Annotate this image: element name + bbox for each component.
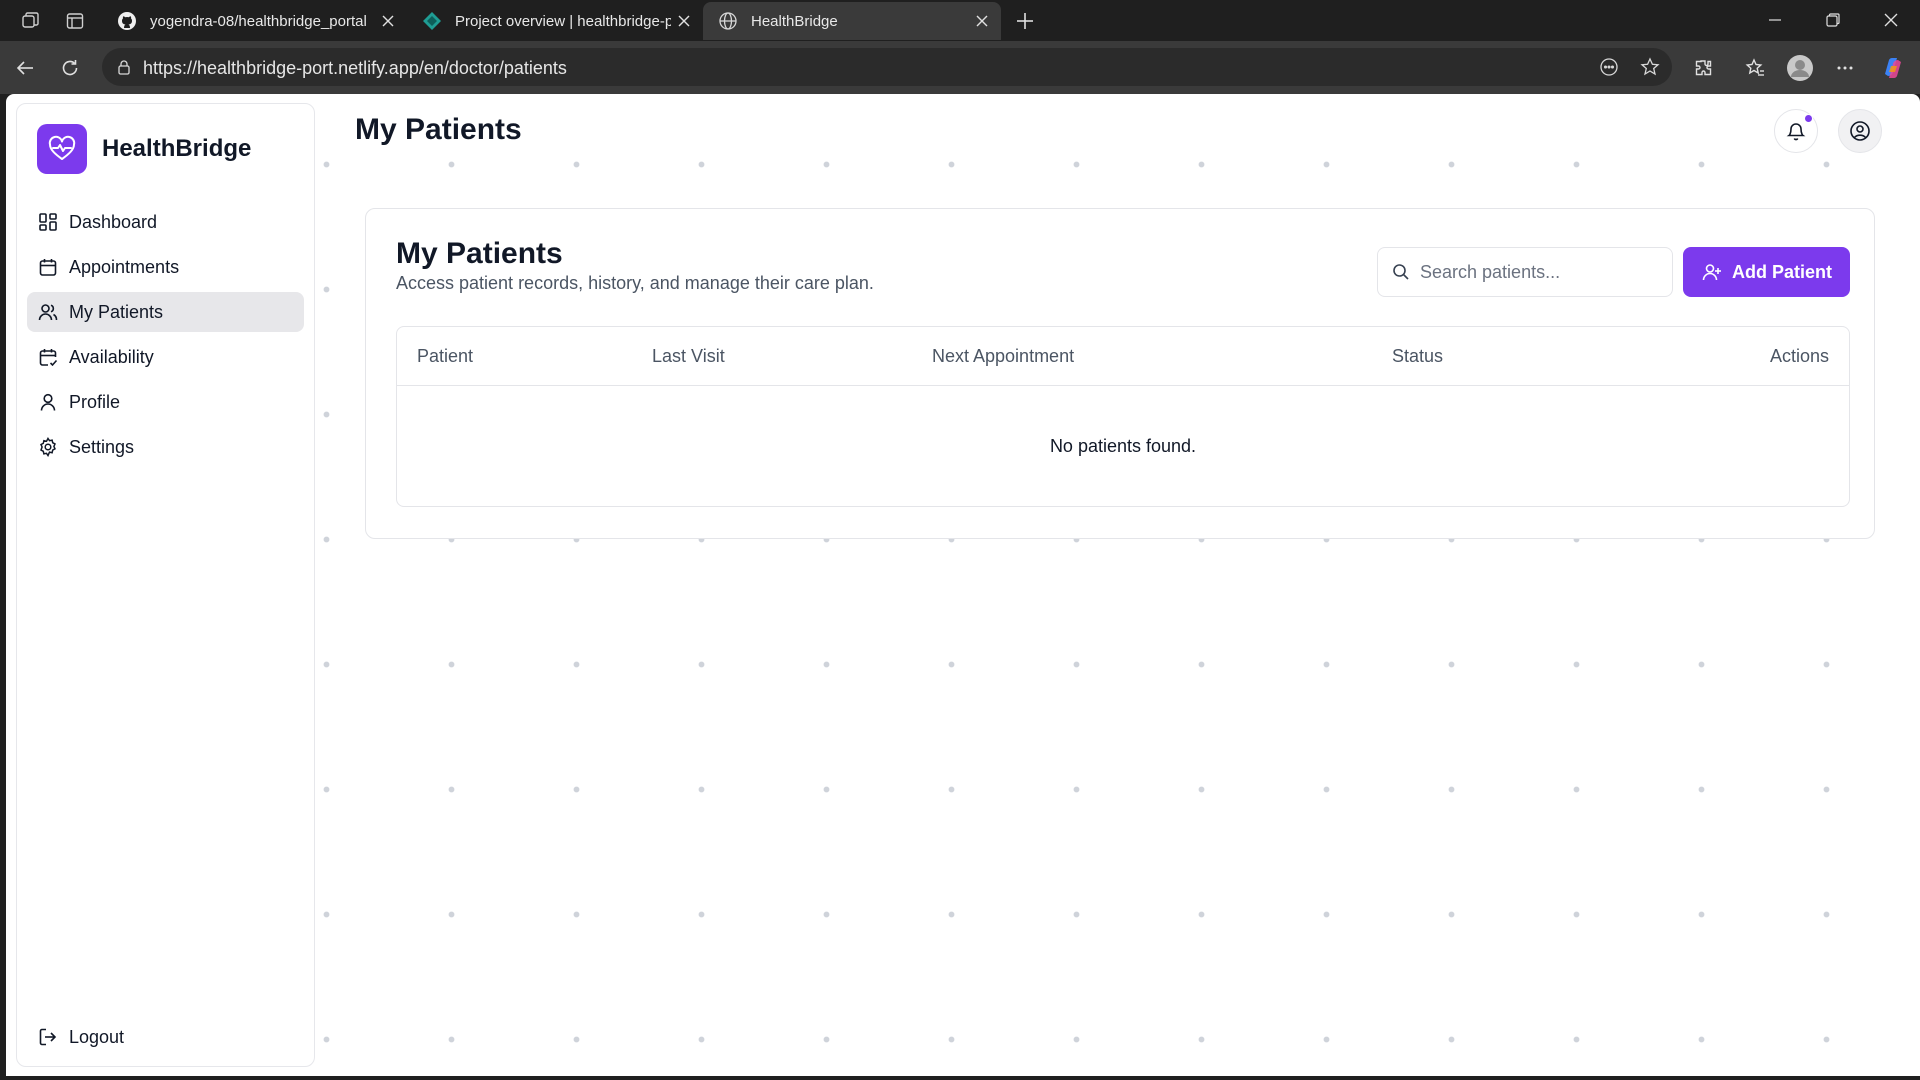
table-header: Patient Last Visit Next Appointment Stat… bbox=[397, 327, 1849, 386]
sidebar-item-my-patients[interactable]: My Patients bbox=[27, 292, 304, 332]
column-header-last-visit: Last Visit bbox=[652, 346, 725, 366]
add-patient-button[interactable]: Add Patient bbox=[1683, 247, 1850, 297]
add-patient-label: Add Patient bbox=[1731, 261, 1832, 282]
tab-netlify[interactable]: Project overview | healthbridge-port bbox=[407, 2, 703, 40]
page-title: My Patients bbox=[355, 113, 522, 147]
sidebar-item-label: My Patients bbox=[69, 301, 164, 322]
minimize-icon[interactable] bbox=[1746, 0, 1804, 40]
calendar-icon bbox=[37, 256, 59, 278]
logout-icon bbox=[37, 1026, 59, 1048]
reload-icon[interactable] bbox=[55, 53, 85, 83]
netlify-icon bbox=[421, 10, 443, 32]
tab-title: HealthBridge bbox=[751, 12, 838, 30]
logout-label: Logout bbox=[69, 1026, 125, 1047]
column-header-patient: Patient bbox=[417, 346, 474, 366]
close-window-icon[interactable] bbox=[1862, 0, 1920, 40]
patients-table: Patient Last Visit Next Appointment Stat… bbox=[396, 326, 1850, 507]
new-tab-icon[interactable] bbox=[1010, 6, 1040, 36]
restore-icon[interactable] bbox=[1804, 0, 1862, 40]
favorite-star-icon[interactable] bbox=[1638, 55, 1662, 79]
search-input[interactable] bbox=[1420, 261, 1660, 283]
sidebar-item-settings[interactable]: Settings bbox=[27, 427, 304, 467]
heart-pulse-logo-icon bbox=[37, 124, 87, 174]
column-header-next-appointment: Next Appointment bbox=[932, 346, 1075, 366]
extensions-icon[interactable] bbox=[1688, 53, 1718, 83]
brand-name: HealthBridge bbox=[102, 135, 252, 162]
page-viewport: HealthBridge Dashboard Appointments My P… bbox=[6, 94, 1920, 1076]
users-icon bbox=[37, 301, 59, 323]
profile-avatar-icon[interactable] bbox=[1785, 53, 1815, 83]
search-icon bbox=[1390, 261, 1412, 283]
sidebar-item-label: Availability bbox=[69, 346, 154, 367]
tab-github[interactable]: yogendra-08/healthbridge_portal bbox=[102, 2, 407, 40]
browser-toolbar: https://healthbridge-port.netlify.app/en… bbox=[0, 41, 1920, 94]
site-info-icon[interactable] bbox=[112, 55, 136, 79]
sidebar-item-label: Profile bbox=[69, 391, 121, 412]
sidebar-item-label: Settings bbox=[69, 436, 135, 457]
notification-badge bbox=[1804, 114, 1813, 123]
column-header-actions: Actions bbox=[1769, 346, 1829, 366]
calendar-check-icon bbox=[37, 346, 59, 368]
sidebar-item-dashboard[interactable]: Dashboard bbox=[27, 202, 304, 242]
column-header-status: Status bbox=[1392, 346, 1444, 366]
sidebar-item-appointments[interactable]: Appointments bbox=[27, 247, 304, 287]
close-tab-icon[interactable] bbox=[671, 8, 697, 34]
url-text[interactable]: https://healthbridge-port.netlify.app/en… bbox=[143, 58, 567, 79]
account-button[interactable] bbox=[1838, 109, 1882, 153]
user-plus-icon bbox=[1701, 261, 1723, 283]
bell-icon bbox=[1786, 121, 1806, 141]
globe-icon bbox=[717, 10, 739, 32]
workspaces-icon[interactable] bbox=[17, 8, 43, 34]
close-tab-icon[interactable] bbox=[375, 8, 401, 34]
empty-state-message: No patients found. bbox=[1049, 435, 1197, 456]
more-menu-icon[interactable] bbox=[1830, 53, 1860, 83]
search-box bbox=[1377, 247, 1673, 297]
brand[interactable]: HealthBridge bbox=[37, 124, 251, 174]
gear-icon bbox=[37, 436, 59, 458]
sidebar: HealthBridge Dashboard Appointments My P… bbox=[16, 103, 315, 1067]
sidebar-item-availability[interactable]: Availability bbox=[27, 337, 304, 377]
reader-mode-icon[interactable] bbox=[1597, 55, 1621, 79]
patients-card: My Patients Access patient records, hist… bbox=[365, 208, 1875, 539]
card-subtitle: Access patient records, history, and man… bbox=[396, 273, 874, 293]
tab-healthbridge[interactable]: HealthBridge bbox=[703, 2, 1001, 40]
card-title: My Patients bbox=[396, 237, 563, 270]
favorites-icon[interactable] bbox=[1740, 53, 1770, 83]
sidebar-item-profile[interactable]: Profile bbox=[27, 382, 304, 422]
user-circle-icon bbox=[1849, 120, 1871, 142]
dashboard-icon bbox=[37, 211, 59, 233]
copilot-icon[interactable] bbox=[1878, 53, 1908, 83]
browser-tab-strip: yogendra-08/healthbridge_portal Project … bbox=[0, 0, 1920, 41]
user-icon bbox=[37, 391, 59, 413]
tab-title: yogendra-08/healthbridge_portal bbox=[150, 12, 367, 30]
vertical-tabs-icon[interactable] bbox=[62, 8, 88, 34]
github-icon bbox=[116, 10, 138, 32]
address-bar[interactable]: https://healthbridge-port.netlify.app/en… bbox=[102, 48, 1672, 86]
notifications-button[interactable] bbox=[1774, 109, 1818, 153]
tab-title: Project overview | healthbridge-port bbox=[455, 12, 671, 30]
sidebar-nav: Dashboard Appointments My Patients Avail… bbox=[27, 202, 304, 472]
logout-button[interactable]: Logout bbox=[27, 1017, 304, 1057]
back-icon[interactable] bbox=[10, 53, 40, 83]
sidebar-item-label: Dashboard bbox=[69, 211, 158, 232]
sidebar-item-label: Appointments bbox=[69, 256, 180, 277]
close-tab-icon[interactable] bbox=[969, 8, 995, 34]
